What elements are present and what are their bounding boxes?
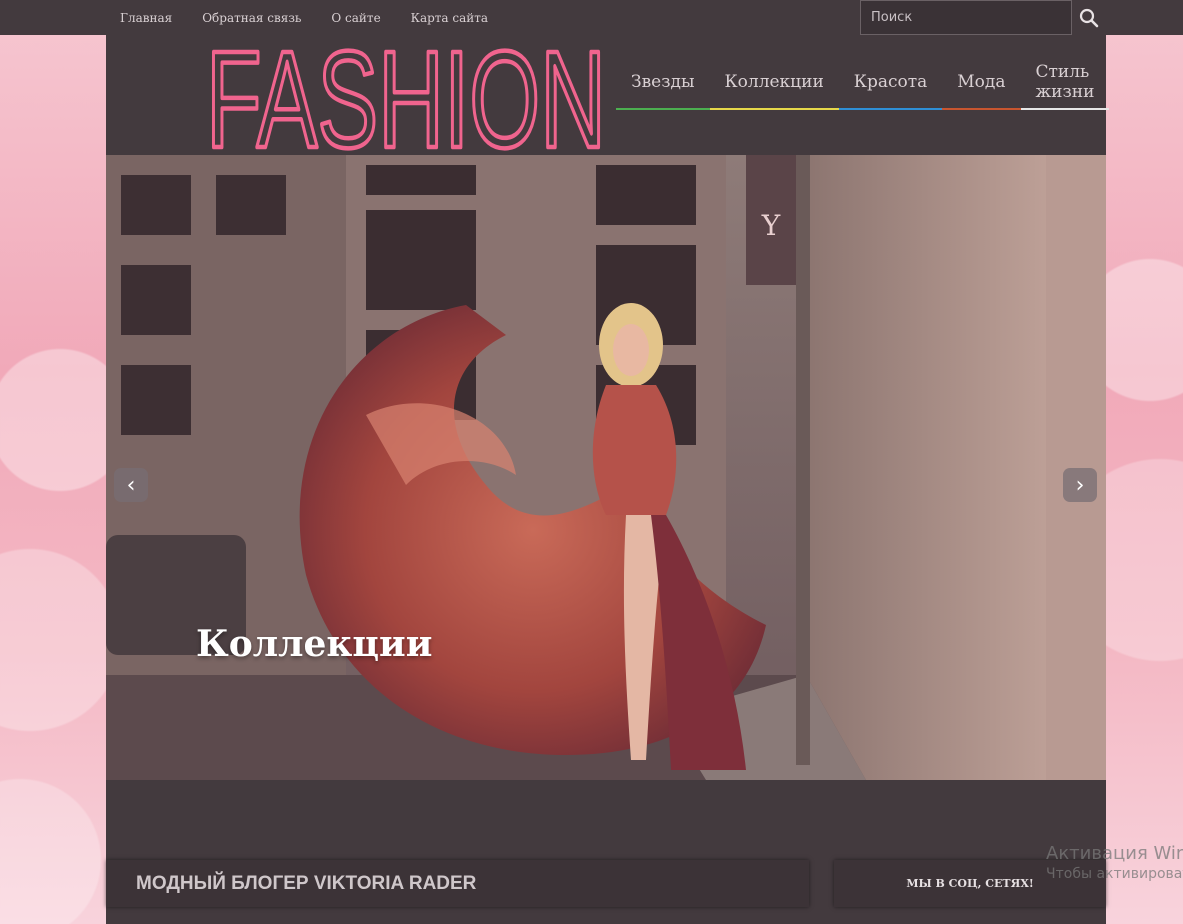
watermark-line1: Активация Win (1046, 843, 1183, 864)
nav-item-fashion[interactable]: Мода (942, 55, 1021, 110)
main-container: FASHION Звезды Коллекции Красота Мода Ст… (106, 35, 1110, 924)
search-input[interactable] (860, 0, 1072, 35)
top-links: Главная Обратная связь О сайте Карта сай… (120, 0, 518, 35)
slider-next-button[interactable]: › (1063, 468, 1097, 502)
nav-item-stars[interactable]: Звезды (616, 55, 710, 110)
top-link-feedback[interactable]: Обратная связь (202, 11, 301, 25)
chevron-right-icon: › (1075, 472, 1085, 498)
hero-image: Y (106, 155, 1106, 780)
nav-item-beauty[interactable]: Красота (838, 55, 943, 110)
hero-slider[interactable]: Y Коллекции ‹ › (106, 155, 1106, 780)
slider-prev-button[interactable]: ‹ (114, 468, 148, 502)
chevron-left-icon: ‹ (126, 472, 136, 498)
site-logo[interactable]: FASHION (202, 37, 610, 155)
search-button[interactable] (1072, 0, 1106, 35)
social-section-title: МЫ В СОЦ, СЕТЯХ! (906, 877, 1034, 890)
top-bar: Главная Обратная связь О сайте Карта сай… (0, 0, 1183, 35)
blog-section-title: МОДНЫЙ БЛОГЕР VIKTORIA RADER (136, 872, 477, 894)
slide-caption[interactable]: Коллекции (196, 623, 432, 665)
top-link-about[interactable]: О сайте (331, 11, 380, 25)
nav-item-collections[interactable]: Коллекции (709, 55, 839, 110)
nav-item-lifestyle[interactable]: Стиль жизни (1020, 55, 1110, 110)
top-link-home[interactable]: Главная (120, 11, 172, 25)
logo-text: FASHION (206, 37, 606, 155)
windows-activation-watermark: Активация Win Чтобы активироват (1046, 843, 1183, 882)
search-icon (1079, 8, 1099, 27)
top-link-sitemap[interactable]: Карта сайта (411, 11, 488, 25)
main-nav: Звезды Коллекции Красота Мода Стиль жизн… (616, 55, 1110, 110)
blog-section-header: МОДНЫЙ БЛОГЕР VIKTORIA RADER (106, 860, 809, 907)
watermark-line2: Чтобы активироват (1046, 866, 1183, 882)
svg-text:Y: Y (761, 209, 781, 242)
